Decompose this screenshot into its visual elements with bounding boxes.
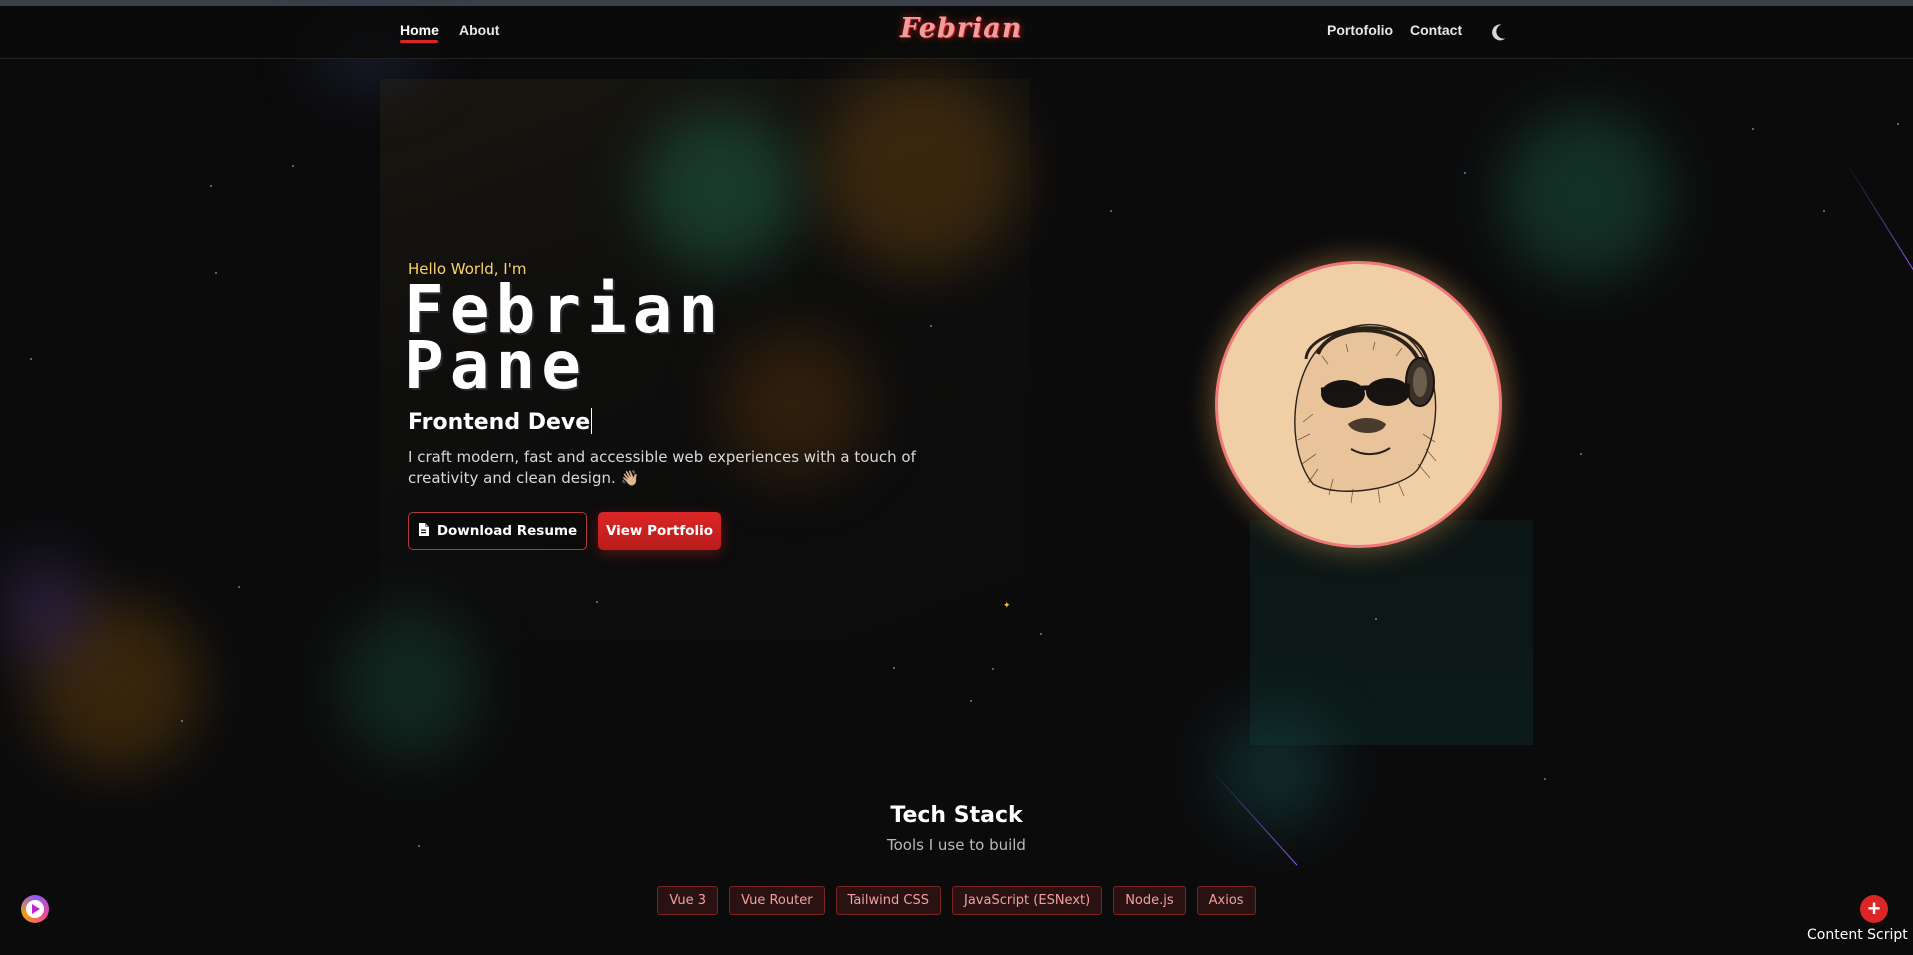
- moon-icon[interactable]: [1487, 21, 1509, 43]
- star: [970, 700, 972, 702]
- nav-home-link[interactable]: Home: [400, 22, 439, 38]
- play-icon[interactable]: [21, 895, 49, 923]
- tech-chip: Node.js: [1113, 886, 1186, 915]
- hero-description: I craft modern, fast and accessible web …: [408, 448, 916, 487]
- star: [1375, 618, 1377, 620]
- star: [1752, 128, 1754, 130]
- glow-orb: [1500, 110, 1670, 280]
- teal-backdrop-panel: [1250, 520, 1533, 745]
- glow-orb: [0, 555, 90, 665]
- download-resume-button[interactable]: Download Resume: [408, 512, 587, 550]
- star: [596, 601, 598, 603]
- star: [1897, 123, 1899, 125]
- star: [1544, 778, 1546, 780]
- hero-name: Febrian Pane: [404, 277, 724, 399]
- star: [930, 325, 932, 327]
- view-portfolio-button[interactable]: View Portfolio: [598, 512, 721, 550]
- glow-orb: [640, 110, 800, 270]
- tech-chip: Tailwind CSS: [835, 886, 941, 915]
- star: [893, 667, 895, 669]
- hero-role-text: Frontend Deve: [408, 410, 591, 435]
- gorilla-illustration: [1294, 323, 1437, 504]
- hero-role: Frontend Deve: [408, 408, 593, 435]
- star: [1040, 633, 1042, 635]
- site-logo[interactable]: Febrian: [900, 13, 1022, 44]
- star: [215, 272, 217, 274]
- glow-orb: [820, 70, 1020, 270]
- star: [992, 668, 994, 670]
- tech-chip: Vue 3: [657, 886, 719, 915]
- tech-chip: Vue Router: [729, 886, 825, 915]
- sparkle-icon: ✦: [1003, 600, 1011, 610]
- typing-caret: [591, 408, 593, 434]
- star: [210, 185, 212, 187]
- nav-about-link[interactable]: About: [459, 22, 499, 38]
- star: [181, 720, 183, 722]
- shooting-star: [1844, 160, 1913, 272]
- star: [292, 165, 294, 167]
- active-nav-indicator: [400, 40, 438, 43]
- download-resume-label: Download Resume: [436, 523, 578, 539]
- content-script-label[interactable]: Content Script: [1807, 927, 1908, 943]
- tech-chip: JavaScript (ESNext): [951, 886, 1103, 915]
- tech-stack-title: Tech Stack: [890, 803, 1023, 828]
- tech-chip: Axios: [1196, 886, 1256, 915]
- avatar: [1215, 261, 1502, 548]
- tech-stack-subtitle: Tools I use to build: [887, 836, 1026, 854]
- star: [1110, 210, 1112, 212]
- star: [1464, 172, 1466, 174]
- star: [238, 586, 240, 588]
- nav-contact-link[interactable]: Contact: [1410, 22, 1462, 38]
- play-icon-inner: [26, 900, 44, 918]
- site-header: Home About Febrian Portofolio Contact: [0, 6, 1913, 59]
- star: [30, 358, 32, 360]
- plus-icon[interactable]: +: [1860, 895, 1888, 923]
- tech-chip-list: Vue 3 Vue Router Tailwind CSS JavaScript…: [0, 886, 1913, 915]
- star: [1580, 453, 1582, 455]
- document-icon: [418, 522, 429, 540]
- nav-portfolio-link[interactable]: Portofolio: [1327, 22, 1393, 38]
- glow-orb: [340, 610, 480, 760]
- star: [1823, 210, 1825, 212]
